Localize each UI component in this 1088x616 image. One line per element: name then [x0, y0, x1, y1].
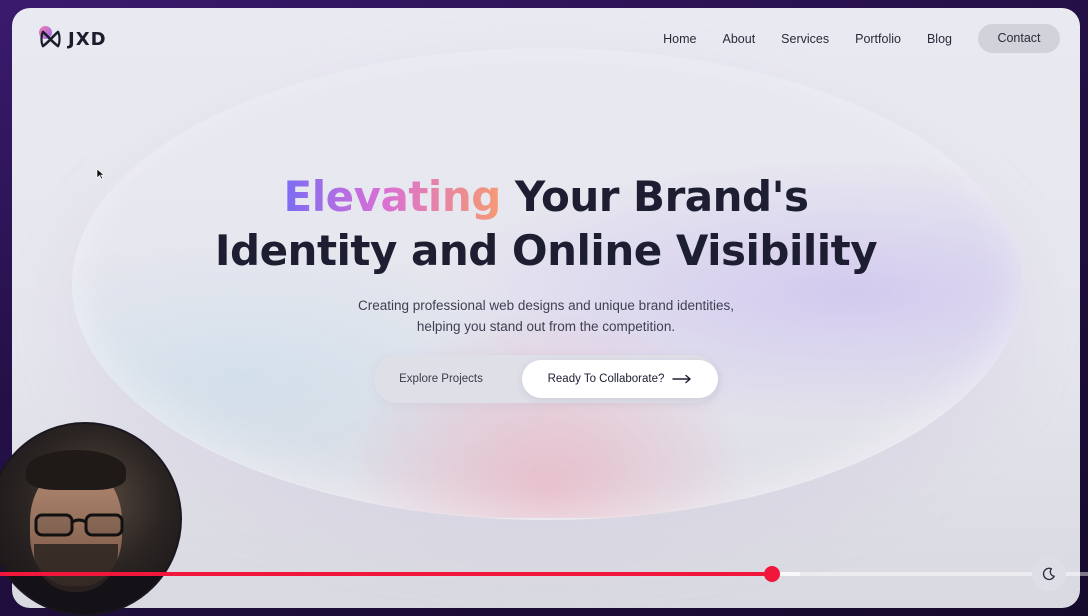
nav-about-link[interactable]: About — [723, 32, 756, 46]
collaborate-button-label: Ready To Collaborate? — [547, 373, 665, 385]
logo-text: JXD — [68, 28, 107, 50]
main-menu: Home About Services Portfolio Blog — [663, 32, 952, 46]
hero-subtitle: Creating professional web designs and un… — [12, 295, 1080, 337]
nav-portfolio-link[interactable]: Portfolio — [855, 32, 901, 46]
hero-subtitle-line2: helping you stand out from the competiti… — [416, 319, 676, 334]
hero-heading: Elevating Your Brand's Identity and Onli… — [12, 170, 1080, 278]
hero-heading-line1-rest: Your Brand's — [500, 172, 809, 221]
nav-services-link[interactable]: Services — [781, 32, 829, 46]
arrow-right-icon — [672, 374, 692, 384]
glasses-icon — [34, 513, 124, 537]
video-progress-fill — [0, 572, 773, 576]
collaborate-button[interactable]: Ready To Collaborate? — [522, 360, 718, 398]
hero-heading-line2: Identity and Online Visibility — [214, 226, 878, 275]
moon-icon — [1042, 567, 1055, 581]
nav-home-link[interactable]: Home — [663, 32, 696, 46]
brand-logo[interactable]: JXD — [38, 26, 107, 52]
hero-heading-highlight: Elevating — [283, 172, 502, 221]
hero-glow-background — [72, 48, 1022, 520]
cta-group: Explore Projects Ready To Collaborate? — [374, 355, 718, 403]
webcam-overlay — [0, 422, 182, 616]
contact-button[interactable]: Contact — [978, 24, 1060, 53]
top-navigation: JXD Home About Services Portfolio Blog C… — [12, 8, 1080, 70]
theme-toggle-button[interactable] — [1032, 557, 1066, 591]
video-progress-bar[interactable] — [0, 566, 1088, 582]
explore-projects-button[interactable]: Explore Projects — [386, 355, 496, 403]
jxd-logo-icon — [38, 26, 64, 52]
hero-subtitle-line1: Creating professional web designs and un… — [358, 298, 734, 313]
nav-blog-link[interactable]: Blog — [927, 32, 952, 46]
